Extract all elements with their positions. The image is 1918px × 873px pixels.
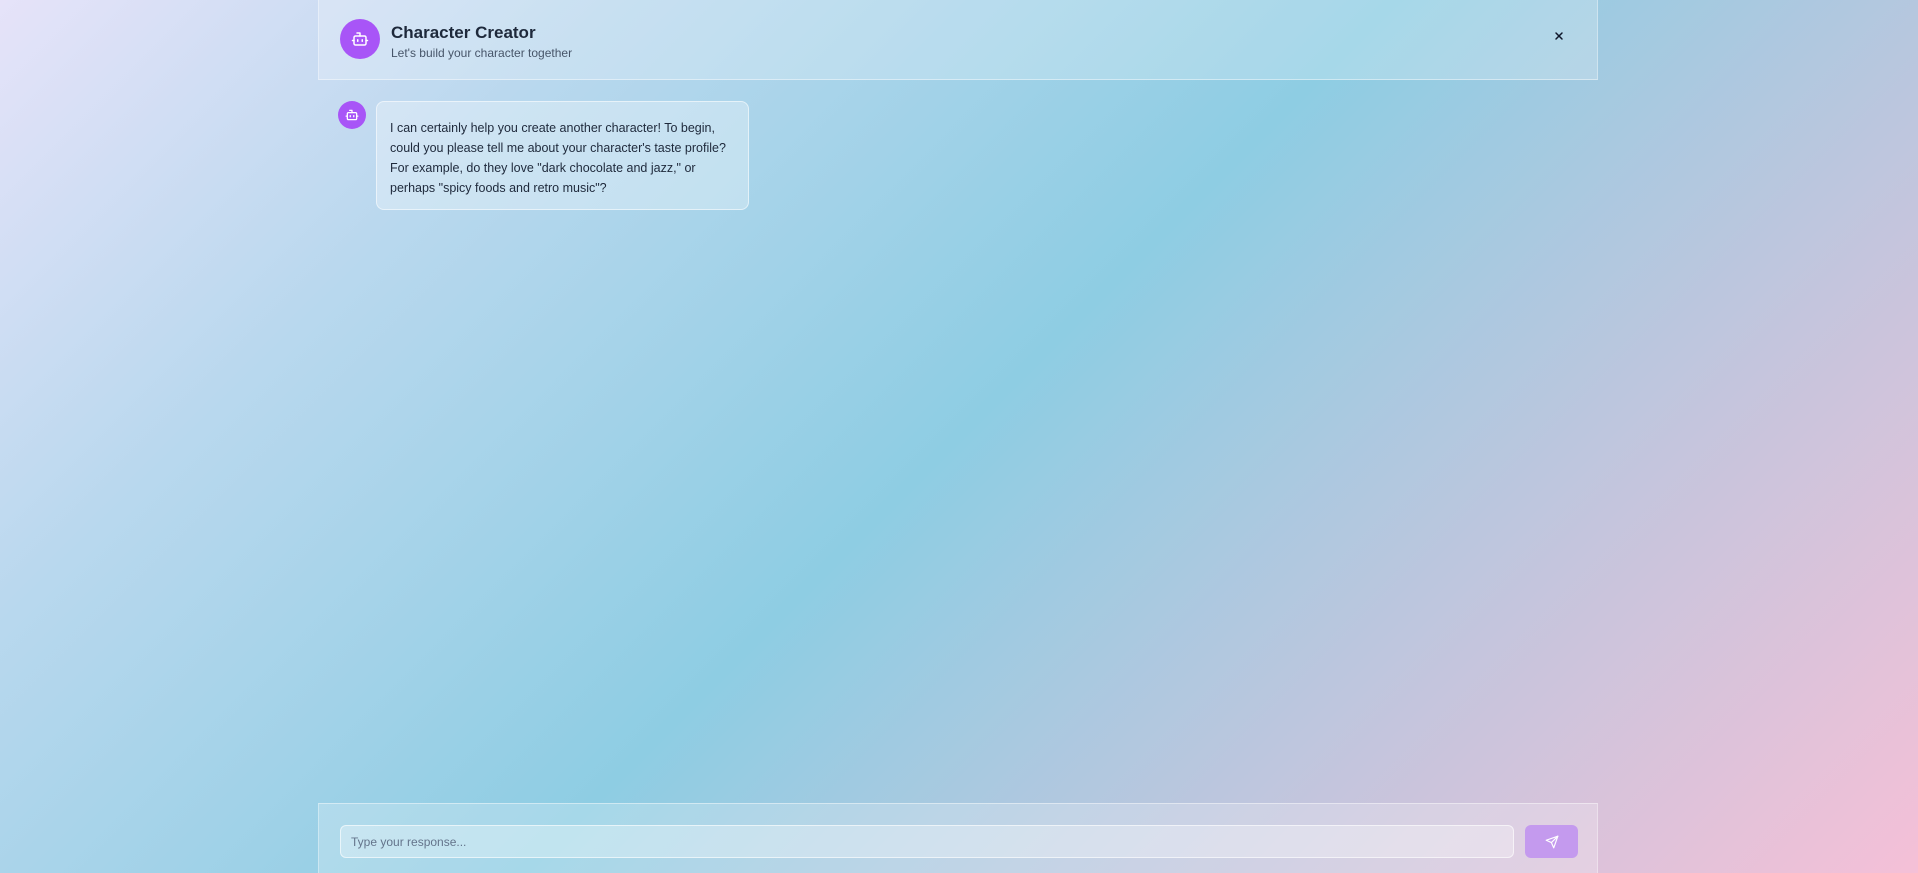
close-icon xyxy=(1555,32,1563,40)
header-avatar xyxy=(340,19,380,59)
page-subtitle: Let's build your character together xyxy=(391,46,573,60)
page-title: Character Creator xyxy=(391,23,536,42)
assistant-message-bubble: I can certainly help you create another … xyxy=(376,101,749,210)
message-avatar xyxy=(338,101,366,129)
bot-icon xyxy=(345,109,359,121)
chat-panel: Character Creator Let's build your chara… xyxy=(318,0,1598,873)
composer-bar xyxy=(318,803,1598,873)
send-button[interactable] xyxy=(1525,825,1578,858)
send-icon xyxy=(1545,835,1558,848)
response-input[interactable] xyxy=(340,825,1514,858)
bot-icon xyxy=(351,32,369,46)
close-button[interactable] xyxy=(1549,26,1569,46)
chat-header: Character Creator Let's build your chara… xyxy=(318,0,1598,80)
